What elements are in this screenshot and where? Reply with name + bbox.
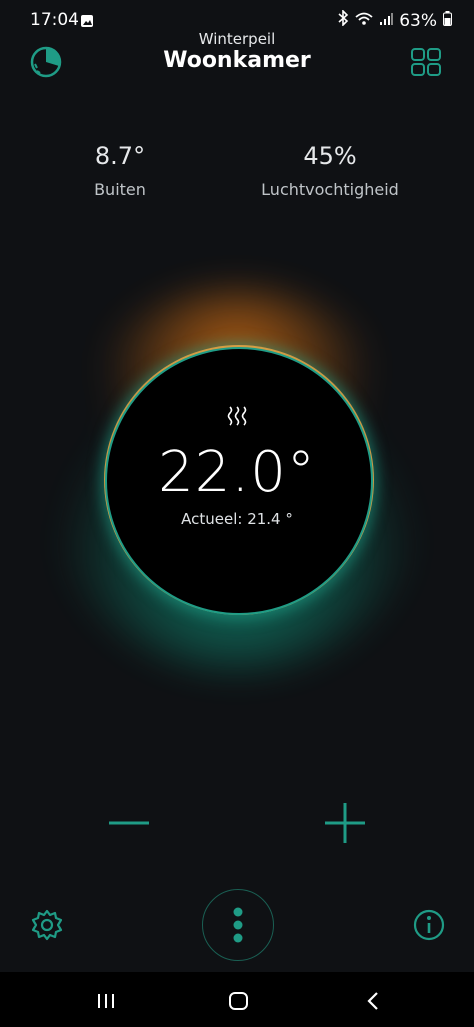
status-time: 17:04 [30,10,79,30]
recent-apps-icon[interactable] [94,990,118,1016]
back-icon[interactable] [364,990,384,1016]
home-icon[interactable] [228,990,250,1016]
actual-temperature: Actueel: 21.4 ° [181,510,293,528]
wifi-icon [355,11,373,31]
humidity-value: 45% [303,142,357,170]
outside-temperature-label: Buiten [94,180,146,199]
rooms-overview-button[interactable] [410,46,442,78]
battery-percent: 63% [399,10,437,31]
plus-icon [322,803,368,850]
program-subtitle: Winterpeil [198,30,276,48]
minus-icon [106,821,152,850]
more-vertical-icon [203,907,273,964]
increase-temperature-button[interactable] [322,800,368,846]
settings-button[interactable] [30,908,64,942]
humidity-label: Luchtvochtigheid [261,180,399,199]
info-icon [412,909,446,946]
more-options-button[interactable] [202,889,274,961]
outside-temperature-value: 8.7° [94,142,146,170]
gear-icon [30,909,64,946]
heating-icon [225,404,249,432]
battery-icon [443,10,452,31]
bluetooth-icon [337,9,349,31]
signal-icon [379,11,394,31]
room-title[interactable]: Woonkamer [0,48,474,73]
info-button[interactable] [412,908,446,942]
decrease-temperature-button[interactable] [106,800,152,846]
grid-icon [410,48,442,82]
setpoint-temperature: 22.0° [158,440,316,505]
status-right: 63% [337,9,452,31]
